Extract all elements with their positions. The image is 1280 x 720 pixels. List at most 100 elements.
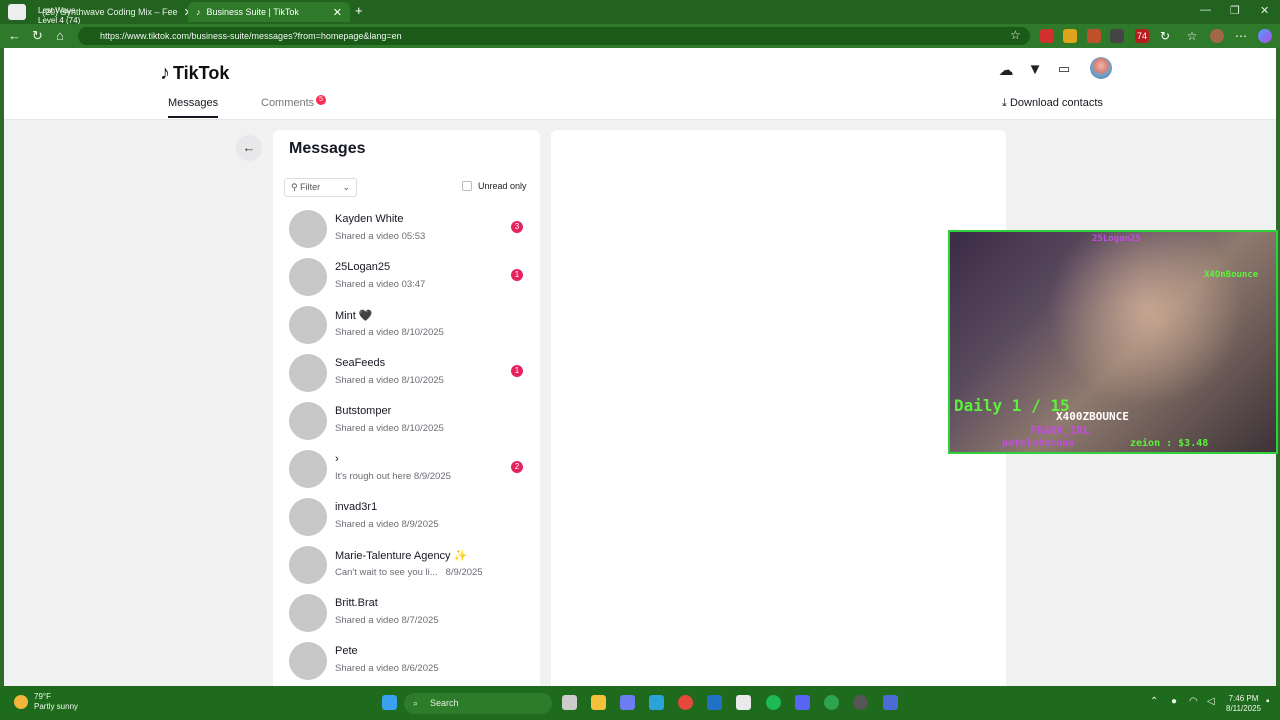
extension-icon[interactable] bbox=[1063, 29, 1077, 43]
extension-icon[interactable] bbox=[1110, 29, 1124, 43]
game-overlay-text: Last Wave Level 4 (74) bbox=[38, 6, 80, 26]
download-contacts-button[interactable]: ⤓ Download contacts bbox=[1002, 97, 1103, 110]
edge-icon[interactable] bbox=[649, 695, 664, 710]
latest-follower: FRANK_IRL bbox=[1030, 424, 1090, 437]
profile-avatar[interactable] bbox=[1210, 29, 1224, 43]
chrome-icon[interactable] bbox=[678, 695, 693, 710]
upload-cloud-icon[interactable]: ☁ bbox=[996, 61, 1016, 81]
conversation-item[interactable]: 25Logan25 Shared a video 03:47 1 bbox=[289, 258, 534, 306]
windows-taskbar: 79°F Partly sunny ⌕ Search ⌃ ● ◠ ◁ 7:46 … bbox=[0, 686, 1280, 720]
partly-sunny-icon bbox=[14, 695, 28, 709]
url-text: https://www.tiktok.com/business-suite/me… bbox=[100, 31, 402, 41]
extension-badge-icon[interactable]: 74 bbox=[1135, 29, 1149, 43]
app-icon[interactable] bbox=[883, 695, 898, 710]
notifications-icon[interactable]: ▪ bbox=[1266, 696, 1270, 707]
conversation-item[interactable]: Marie-Talenture Agency ✨ Can't wait to s… bbox=[289, 546, 534, 594]
contact-avatar bbox=[289, 210, 327, 248]
inbox-message-icon[interactable]: ▭ bbox=[1054, 61, 1074, 81]
conversation-item[interactable]: › It's rough out here 8/9/2025 2 bbox=[289, 450, 534, 498]
conversation-item[interactable]: Butstomper Shared a video 8/10/2025 bbox=[289, 402, 534, 450]
discord-icon[interactable] bbox=[795, 695, 810, 710]
unread-count-badge: 3 bbox=[511, 221, 523, 233]
store-icon[interactable] bbox=[736, 695, 751, 710]
start-menu-icon[interactable] bbox=[382, 695, 397, 710]
browser-tab-tiktok[interactable]: ♪ Business Suite | TikTok ✕ bbox=[188, 2, 350, 22]
filter-dropdown[interactable]: ⚲ Filter ⌄ bbox=[284, 178, 357, 197]
tab-title: Business Suite | TikTok bbox=[206, 7, 299, 17]
contact-name: SeaFeeds bbox=[335, 357, 386, 369]
back-button[interactable]: ← bbox=[236, 135, 262, 161]
message-preview: Shared a video 8/9/2025 bbox=[335, 519, 439, 530]
contact-name: Pete bbox=[335, 645, 358, 657]
user-avatar[interactable] bbox=[1090, 57, 1112, 79]
system-clock[interactable]: 7:46 PM 8/11/2025 bbox=[1226, 694, 1261, 714]
contact-name: Marie-Talenture Agency ✨ bbox=[335, 550, 468, 562]
conversation-item[interactable]: invad3r1 Shared a video 8/9/2025 bbox=[289, 498, 534, 546]
unread-count-badge: 1 bbox=[511, 365, 523, 377]
contact-avatar bbox=[289, 642, 327, 680]
download-icon: ⤓ bbox=[1002, 97, 1007, 109]
chevron-up-icon[interactable]: ⌃ bbox=[1150, 696, 1158, 707]
message-preview: It's rough out here 8/9/2025 bbox=[335, 471, 451, 482]
taskbar-search[interactable]: ⌕ Search bbox=[404, 693, 552, 714]
tab-messages[interactable]: Messages bbox=[168, 97, 219, 118]
close-window-icon[interactable]: ✕ bbox=[1260, 4, 1269, 17]
task-view-icon[interactable] bbox=[562, 695, 577, 710]
xbox-icon[interactable] bbox=[824, 695, 839, 710]
spotify-icon[interactable] bbox=[766, 695, 781, 710]
filter-funnel-icon[interactable]: ▼ bbox=[1025, 61, 1045, 81]
unread-only-toggle[interactable]: Unread only bbox=[462, 181, 527, 191]
conversation-item[interactable]: Britt.Brat Shared a video 8/7/2025 bbox=[289, 594, 534, 642]
overlay-line: Last Wave bbox=[38, 6, 76, 15]
close-tab-icon[interactable]: ✕ bbox=[333, 6, 342, 19]
conversation-item[interactable]: Kayden White Shared a video 05:53 3 bbox=[289, 210, 534, 258]
contact-avatar bbox=[289, 498, 327, 536]
address-bar: ← ↻ ⌂ https://www.tiktok.com/business-su… bbox=[0, 24, 1280, 48]
tab-comments[interactable]: Comments bbox=[261, 97, 314, 109]
refresh-icon[interactable]: ↻ bbox=[32, 28, 43, 44]
conversation-item[interactable]: SeaFeeds Shared a video 8/10/2025 1 bbox=[289, 354, 534, 402]
stream-video-overlay[interactable]: 25Logan25 X4OnBounce Daily 1 / 15 X400ZB… bbox=[948, 230, 1278, 454]
message-preview: Can't wait to see you li... 8/9/2025 bbox=[335, 567, 483, 578]
tiktok-note-icon: ♪ bbox=[160, 62, 170, 84]
conversation-item[interactable]: Mint 🖤 Shared a video 8/10/2025 bbox=[289, 306, 534, 354]
weather-widget[interactable]: 79°F Partly sunny bbox=[14, 692, 78, 712]
favorite-star-icon[interactable]: ☆ bbox=[1010, 28, 1021, 42]
extension-icon[interactable] bbox=[1040, 29, 1054, 43]
clock-date: 8/11/2025 bbox=[1226, 704, 1261, 713]
minimize-icon[interactable]: — bbox=[1200, 4, 1211, 16]
volume-icon[interactable]: ◁ bbox=[1207, 696, 1215, 707]
search-label: Search bbox=[430, 698, 459, 708]
browser-tab-bar: (20) Synthwave Coding Mix – Fee ✕ ♪ Busi… bbox=[0, 0, 1280, 26]
outlook-icon[interactable] bbox=[707, 695, 722, 710]
maximize-icon[interactable]: ❐ bbox=[1230, 4, 1240, 17]
url-field[interactable]: https://www.tiktok.com/business-suite/me… bbox=[78, 27, 1030, 45]
more-menu-icon[interactable]: ⋯ bbox=[1234, 29, 1248, 43]
file-explorer-icon[interactable] bbox=[591, 695, 606, 710]
conversation-item[interactable]: Pete Shared a video 8/6/2025 bbox=[289, 642, 534, 686]
sync-icon[interactable]: ↻ bbox=[1158, 29, 1172, 43]
unread-count-badge: 1 bbox=[511, 269, 523, 281]
contact-avatar bbox=[289, 258, 327, 296]
contact-name: Kayden White bbox=[335, 213, 404, 225]
tiktok-logo[interactable]: ♪ TikTok bbox=[160, 62, 229, 85]
unread-only-checkbox[interactable] bbox=[462, 181, 472, 191]
contact-avatar bbox=[289, 354, 327, 392]
copilot-app-icon[interactable] bbox=[620, 695, 635, 710]
app-menu-icon[interactable] bbox=[8, 4, 26, 20]
new-tab-icon[interactable]: + bbox=[355, 3, 363, 18]
arrow-left-icon: ← bbox=[242, 140, 256, 155]
obs-icon[interactable] bbox=[853, 695, 868, 710]
collections-icon[interactable]: ☆ bbox=[1185, 29, 1199, 43]
back-icon[interactable]: ← bbox=[8, 28, 21, 43]
chevron-right-icon: › bbox=[335, 453, 339, 465]
wifi-icon[interactable]: ◠ bbox=[1189, 696, 1198, 707]
message-preview: Shared a video 8/10/2025 bbox=[335, 375, 444, 386]
temperature: 79°F bbox=[34, 692, 51, 701]
contact-name: 25Logan25 bbox=[335, 261, 391, 273]
message-preview: Shared a video 8/6/2025 bbox=[335, 663, 439, 674]
copilot-icon[interactable] bbox=[1258, 29, 1272, 43]
extension-icon[interactable] bbox=[1087, 29, 1101, 43]
microphone-icon[interactable]: ● bbox=[1171, 696, 1177, 707]
home-icon[interactable]: ⌂ bbox=[56, 28, 64, 43]
